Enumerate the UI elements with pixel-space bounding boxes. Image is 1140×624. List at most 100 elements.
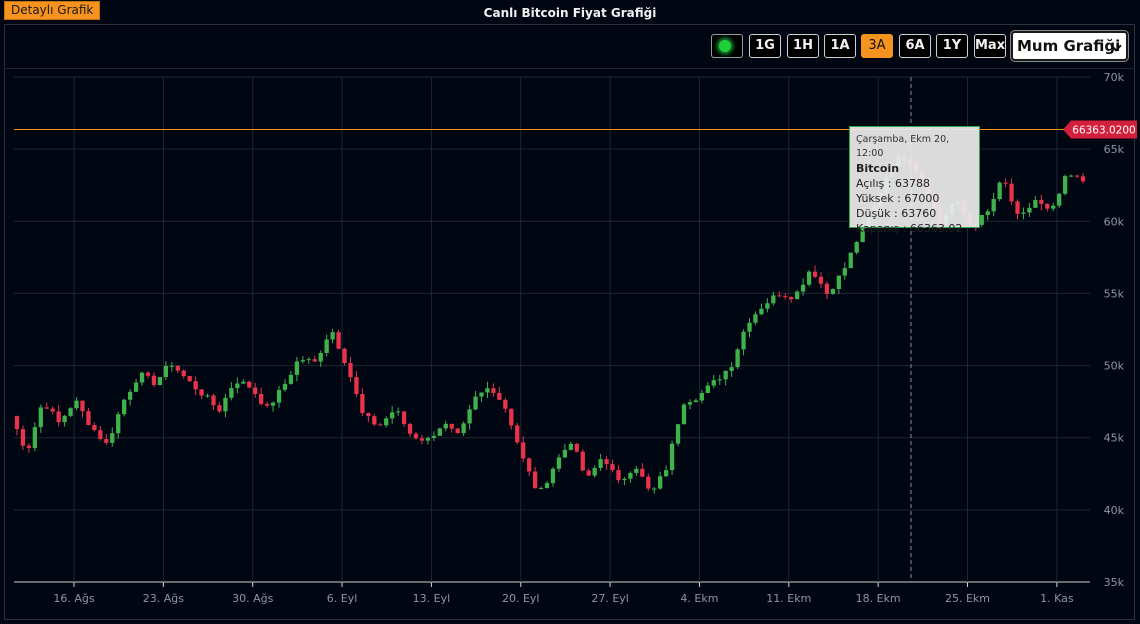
- candle-body: [598, 459, 603, 468]
- candle-body: [235, 383, 240, 389]
- y-tick-label: 65k: [1104, 143, 1125, 156]
- candle-body: [425, 437, 431, 441]
- candle-body: [300, 360, 305, 362]
- tooltip-low: Düşük : 63760: [856, 207, 937, 220]
- candle-body: [431, 435, 437, 438]
- candle-body: [580, 451, 585, 471]
- candle-body: [366, 413, 371, 417]
- candle-body: [276, 389, 282, 403]
- candle-body: [86, 411, 91, 426]
- x-tick-label: 18. Ekm: [856, 592, 901, 605]
- candle-body: [104, 439, 109, 443]
- candle-body: [830, 289, 836, 294]
- candle-body: [729, 367, 734, 371]
- candle-body: [211, 395, 216, 406]
- candle-body: [610, 464, 615, 471]
- candle-body: [133, 382, 139, 392]
- candle-body: [789, 296, 794, 300]
- candle-body: [14, 416, 20, 430]
- candle-body: [270, 402, 276, 406]
- candle-body: [187, 376, 192, 382]
- candle-body: [169, 365, 174, 367]
- candle-body: [38, 407, 43, 428]
- candle-body: [1027, 207, 1032, 213]
- candle-body: [259, 393, 264, 404]
- tooltip-high: Yüksek : 67000: [856, 192, 940, 205]
- candle-body: [979, 214, 984, 225]
- candle-body: [419, 438, 425, 441]
- candle-body: [687, 402, 693, 405]
- tooltip-open: Açılış : 63788: [856, 177, 930, 190]
- candle-body: [985, 211, 990, 215]
- candle-body: [800, 284, 806, 292]
- candle-body: [342, 348, 347, 363]
- candle-body: [247, 381, 252, 388]
- candle-body: [312, 359, 317, 362]
- candle-body: [491, 388, 496, 393]
- candle-body: [461, 423, 466, 434]
- candle-body: [1009, 183, 1014, 202]
- candle-body: [336, 332, 341, 349]
- candle-body: [669, 443, 675, 471]
- candle-body: [68, 408, 73, 416]
- candle-body: [532, 471, 538, 489]
- candle-body: [253, 387, 258, 394]
- candle-body: [151, 375, 157, 386]
- candle-body: [110, 433, 115, 443]
- candle-body: [1068, 175, 1074, 177]
- candle-body: [753, 314, 758, 323]
- candle-body: [1051, 205, 1056, 209]
- candle-body: [437, 428, 442, 436]
- candle-body: [223, 397, 228, 412]
- candle-body: [711, 380, 716, 386]
- candle-body: [538, 488, 544, 490]
- candle-body: [1039, 199, 1044, 204]
- candle-body: [586, 470, 591, 476]
- candle-body: [157, 377, 163, 386]
- candle-body: [50, 408, 55, 412]
- y-tick-label: 55k: [1104, 287, 1125, 300]
- candle-body: [205, 395, 210, 397]
- tooltip-close: Kapanış : 66363.02: [856, 222, 963, 235]
- candle-body: [56, 411, 61, 423]
- candle-body: [640, 468, 645, 477]
- candle-body: [217, 405, 222, 412]
- tooltip-series-name: Bitcoin: [856, 162, 900, 175]
- candle-body: [806, 271, 812, 285]
- candle-body: [80, 400, 85, 412]
- candle-body: [485, 388, 490, 393]
- candle-body: [229, 388, 234, 398]
- candle-body: [1074, 175, 1080, 177]
- y-tick-label: 60k: [1104, 215, 1125, 228]
- candle-body: [479, 392, 484, 397]
- candle-body: [735, 349, 740, 368]
- candle-body: [145, 372, 151, 376]
- candle-body: [723, 370, 728, 380]
- candle-body: [473, 396, 478, 410]
- candle-body: [1015, 201, 1020, 214]
- candle-body: [771, 295, 776, 304]
- candle-body: [241, 381, 246, 384]
- candle-body: [390, 412, 395, 419]
- candle-body: [646, 476, 651, 489]
- candle-body: [509, 408, 514, 426]
- candle-body: [467, 409, 472, 424]
- candle-body: [783, 296, 788, 298]
- candle-body: [407, 423, 413, 434]
- x-tick-label: 25. Ekm: [945, 592, 990, 605]
- x-tick-label: 30. Ağs: [232, 592, 273, 605]
- candle-body: [443, 423, 448, 429]
- candle-body: [193, 381, 198, 390]
- y-tick-label: 40k: [1104, 504, 1125, 517]
- candle-body: [1003, 182, 1008, 184]
- candle-body: [616, 470, 621, 481]
- candle-body: [1033, 199, 1038, 208]
- candle-body: [592, 467, 597, 476]
- candle-body: [401, 411, 407, 424]
- candle-body: [997, 182, 1002, 200]
- candle-body: [413, 433, 419, 439]
- candle-body: [568, 443, 573, 450]
- candle-body: [812, 271, 818, 277]
- candle-body: [163, 365, 169, 378]
- price-chart[interactable]: 35k 40k 45k 50k 55k 60k 65k 70k 16. Ağs 23. Ağs 30…: [0, 0, 1140, 624]
